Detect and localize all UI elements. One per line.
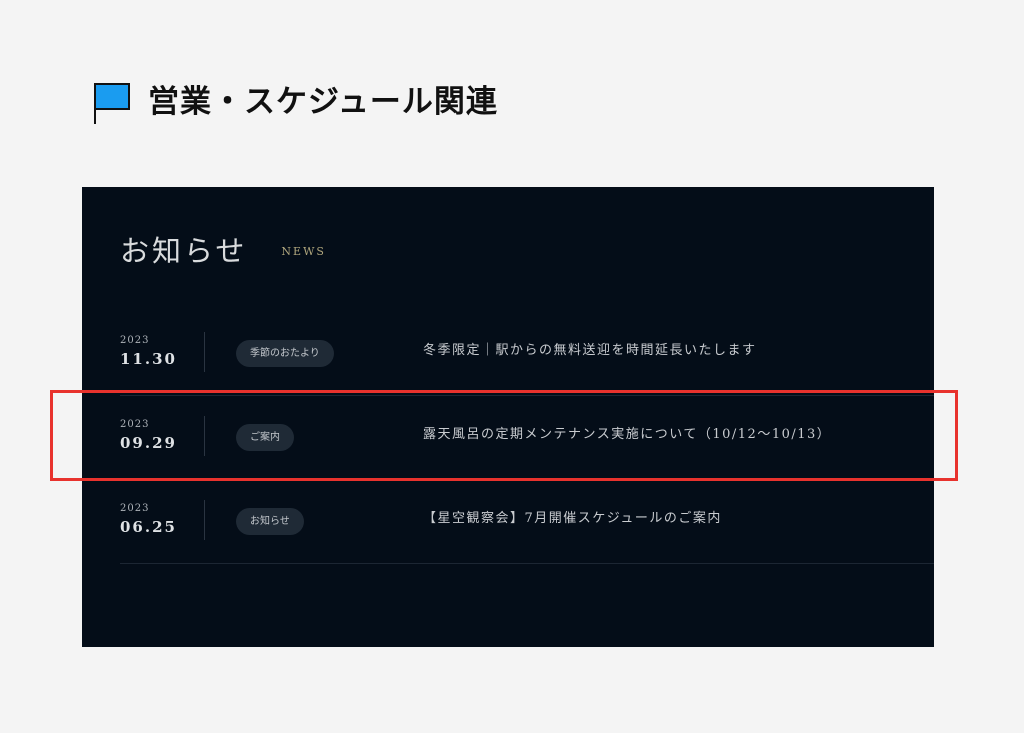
flag-icon <box>94 80 130 124</box>
page-heading: 営業・スケジュール関連 <box>94 80 498 124</box>
news-category-tag[interactable]: 季節のおたより <box>236 340 334 367</box>
news-year: 2023 <box>120 503 150 514</box>
news-divider <box>204 416 205 456</box>
news-title-link[interactable]: 【星空観察会】7月開催スケジュールのご案内 <box>423 510 722 528</box>
news-header: お知らせ NEWS <box>120 237 326 266</box>
news-item[interactable]: 2023 11.30 季節のおたより 冬季限定｜駅からの無料送迎を時間延長いたし… <box>120 312 934 396</box>
news-item[interactable]: 2023 06.25 お知らせ 【星空観察会】7月開催スケジュールのご案内 <box>120 480 934 564</box>
news-divider <box>204 500 205 540</box>
news-list: 2023 11.30 季節のおたより 冬季限定｜駅からの無料送迎を時間延長いたし… <box>120 312 934 564</box>
news-category-tag[interactable]: お知らせ <box>236 508 304 535</box>
page-title: 営業・スケジュール関連 <box>148 83 498 120</box>
news-day: 06.25 <box>120 518 177 536</box>
news-category-tag[interactable]: ご案内 <box>236 424 294 451</box>
news-year: 2023 <box>120 419 150 430</box>
news-panel: お知らせ NEWS 2023 11.30 季節のおたより 冬季限定｜駅からの無料… <box>82 187 934 647</box>
news-date: 2023 11.30 <box>120 336 204 367</box>
news-title-link[interactable]: 冬季限定｜駅からの無料送迎を時間延長いたします <box>423 342 757 360</box>
news-title: お知らせ <box>120 234 248 268</box>
news-day: 09.29 <box>120 434 177 452</box>
news-divider <box>204 332 205 372</box>
news-title-link[interactable]: 露天風呂の定期メンテナンス実施について（10/12〜10/13） <box>423 426 831 444</box>
news-day: 11.30 <box>120 350 177 368</box>
news-item[interactable]: 2023 09.29 ご案内 露天風呂の定期メンテナンス実施について（10/12… <box>120 396 934 480</box>
news-subtitle: NEWS <box>281 245 326 258</box>
news-date: 2023 09.29 <box>120 420 204 451</box>
news-year: 2023 <box>120 335 150 346</box>
news-date: 2023 06.25 <box>120 504 204 535</box>
